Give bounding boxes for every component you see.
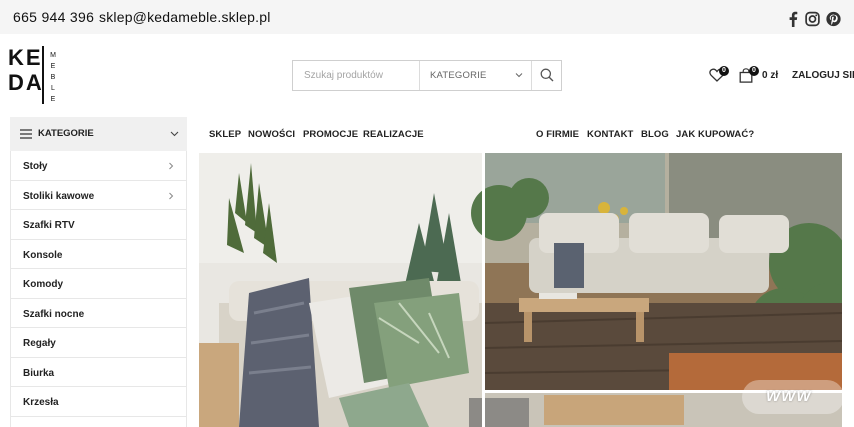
category-item-szafki-nocne[interactable]: Szafki nocne [11,299,186,328]
category-item-label: Komody [23,279,63,290]
categories-toggle[interactable]: KATEGORIE [10,117,187,151]
wishlist-count-badge: 0 [719,66,729,76]
instagram-icon[interactable] [805,11,820,27]
nav-link-nowosci[interactable]: NOWOŚCI [248,129,295,140]
nav-link-blog[interactable]: BLOG [641,129,669,140]
category-item-komody[interactable]: Komody [11,269,186,299]
category-item-konsole[interactable]: Konsole [11,240,186,269]
watermark-text: WWW [766,388,812,405]
pinterest-icon[interactable] [826,11,841,27]
svg-text:L: L [51,85,55,92]
nav-link-jak-kupowac[interactable]: JAK KUPOWAĆ? [676,129,754,140]
brand-logo[interactable]: KE DA M E B L E [8,44,58,106]
category-list: Stoły Stoliki kawowe Szafki RTV Konsole … [10,151,187,427]
chevron-right-icon [169,162,174,170]
cart-count-badge: 0 [749,66,759,76]
category-item-stoliki-kawowe[interactable]: Stoliki kawowe [11,181,186,210]
category-item-biurka[interactable]: Biurka [11,358,186,387]
logo-side-text: M E B L E [50,52,56,103]
category-item-stoly[interactable]: Stoły [11,151,186,181]
top-bar: 665 944 396 sklep@kedameble.sklep.pl [0,0,854,34]
logo-text-bottom: DA [8,70,44,95]
chevron-down-icon [515,73,523,78]
category-select[interactable]: KATEGORIE [419,61,532,90]
email-address[interactable]: sklep@kedameble.sklep.pl [99,9,271,25]
search-button[interactable] [531,61,561,90]
category-item-szafki-rtv[interactable]: Szafki RTV [11,210,186,240]
phone-number[interactable]: 665 944 396 [13,9,94,25]
category-item-regaly[interactable]: Regały [11,328,186,358]
categories-title: KATEGORIE [38,128,94,139]
category-item-label: Regały [23,338,56,349]
svg-text:B: B [51,74,56,81]
svg-text:M: M [50,52,56,59]
search-input[interactable] [293,61,419,90]
nav-link-sklep[interactable]: SKLEP [209,129,241,140]
category-item-label: Stoliki kawowe [23,190,95,202]
search-bar: KATEGORIE [292,60,562,91]
facebook-icon[interactable] [788,11,798,27]
cart-total[interactable]: 0 zł [762,70,778,81]
chevron-right-icon [169,192,174,199]
nav-link-kontakt[interactable]: KONTAKT [587,129,633,140]
svg-text:E: E [51,96,56,103]
chevron-down-icon [170,131,179,137]
category-item-label: Biurka [23,367,55,379]
category-item-label: Krzesła [23,397,59,408]
menu-icon [20,129,32,139]
category-item-label: Stoły [23,161,48,172]
nav-link-o-firmie[interactable]: O FIRMIE [536,129,579,140]
watermark-badge: WWW [742,380,844,414]
category-item-label: Szafki nocne [23,308,85,320]
category-select-label: KATEGORIE [430,70,487,81]
category-item-krzesla[interactable]: Krzesła [11,387,186,417]
login-link[interactable]: ZALOGUJ SIĘ [792,70,854,81]
nav-link-realizacje[interactable]: REALIZACJE [363,129,424,140]
category-item-label: Konsole [23,249,63,261]
nav-link-promocje[interactable]: PROMOCJE [303,129,358,140]
category-item-label: Szafki RTV [23,220,75,231]
svg-text:E: E [51,63,56,70]
logo-text-top: KE [8,45,43,70]
search-icon [540,68,554,82]
logo-divider [42,46,44,104]
